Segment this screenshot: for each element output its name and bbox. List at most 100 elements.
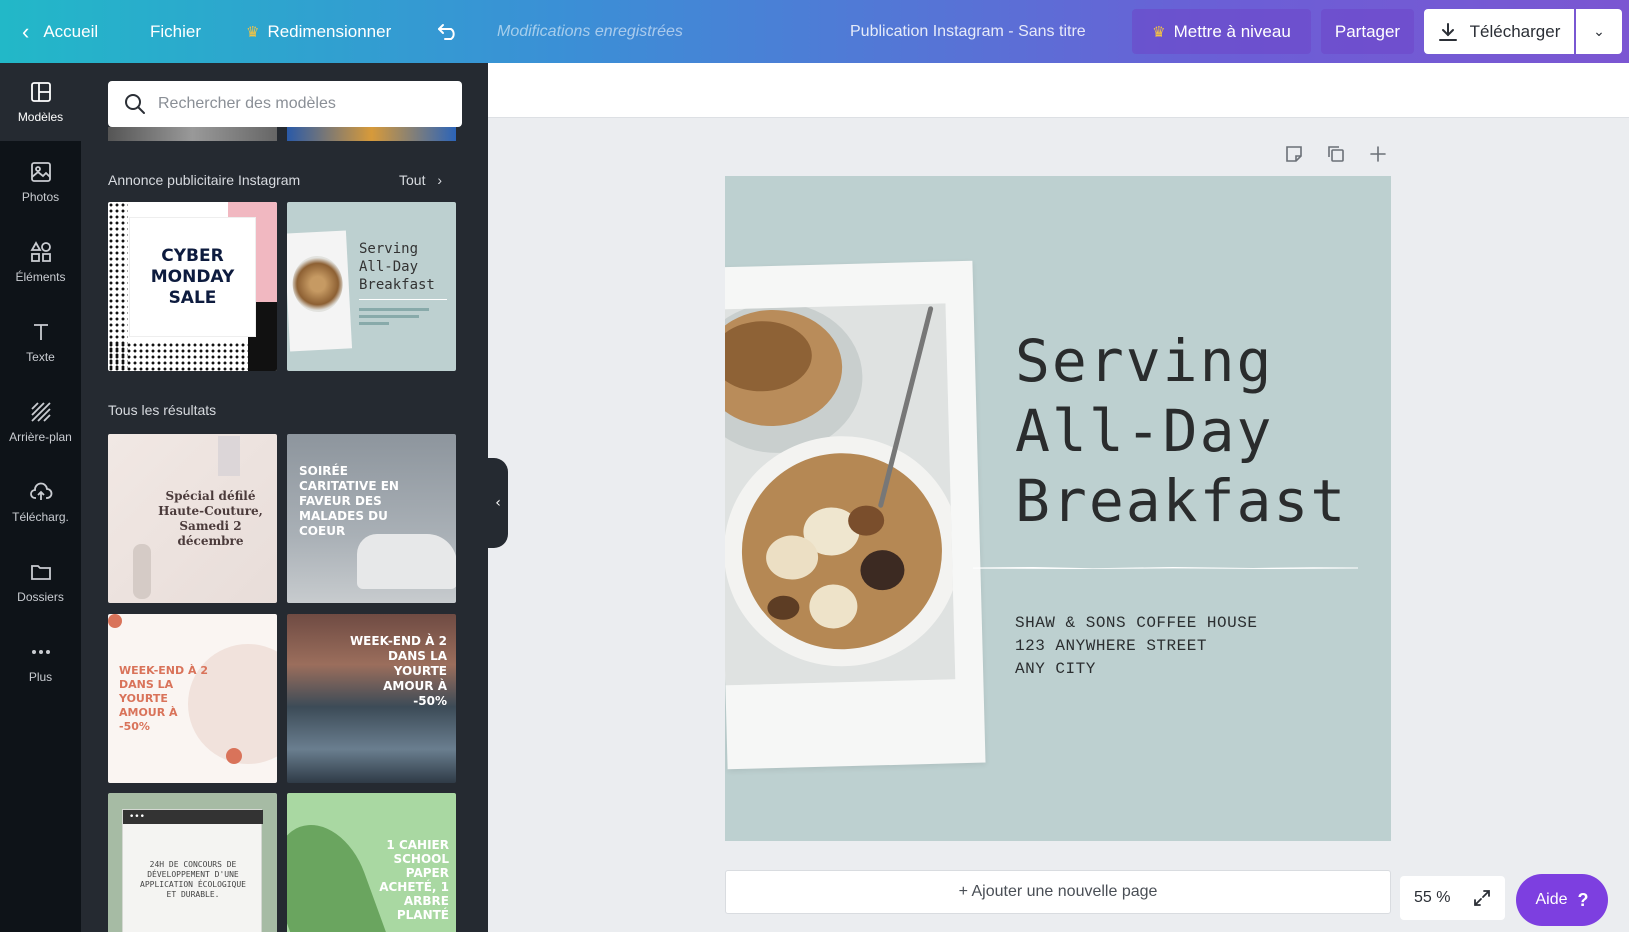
chevron-left-icon: ‹ [22,18,30,44]
fullscreen-icon[interactable] [1473,889,1491,907]
brush-divider[interactable] [973,565,1358,570]
add-page-button[interactable]: + Ajouter une nouvelle page [725,870,1391,914]
canvas-toolbar [488,63,1629,118]
zoom-level[interactable]: 55 % [1414,889,1450,907]
resize-label: Redimensionner [267,21,392,41]
template-thumb-cyber-monday[interactable]: CYBER MONDAY SALE [108,202,277,371]
thumb-text: Serving All-Day Breakfast [359,241,435,293]
help-button[interactable]: Aide ? [1516,874,1608,926]
undo-icon [438,23,455,40]
see-all-link[interactable]: Tout › [399,172,442,188]
template-search[interactable] [108,81,462,127]
zoom-control[interactable]: 55 % [1400,876,1505,920]
rail-item-templates[interactable]: Modèles [0,63,81,141]
help-label: Aide [1535,891,1568,908]
model-figure [218,436,240,476]
more-icon [31,650,50,654]
resize-button[interactable]: ♛ Redimensionner [246,0,391,63]
note-icon[interactable] [1284,144,1304,164]
section-title: Tous les résultats [108,402,217,418]
thumb-text: WEEK-END À 2 DANS LA YOURTE AMOUR À -50% [119,664,208,733]
rail-item-photos[interactable]: Photos [0,143,81,221]
share-button[interactable]: Partager [1321,9,1414,54]
dot-shape [226,748,242,764]
see-all-label: Tout [399,172,426,188]
thumb-text: Spécial défilé Haute-Couture, Samedi 2 d… [158,489,263,548]
question-icon: ? [1577,889,1589,910]
thumb-polaroid [287,230,353,352]
template-thumb-defile[interactable]: Spécial défilé Haute-Couture, Samedi 2 d… [108,434,277,603]
template-thumb-partial[interactable] [287,127,456,141]
upload-icon [29,482,52,500]
address-line: SHAW & SONS COFFEE HOUSE [1015,614,1258,632]
thumb-text: CYBER MONDAY SALE [130,218,255,336]
duplicate-page-icon[interactable] [1326,144,1346,164]
templates-panel: Annonce publicitaire Instagram Tout › CY… [81,63,488,932]
file-menu[interactable]: Fichier [150,0,201,63]
rail-label: Télécharg. [12,510,69,524]
address-line: ANY CITY [1015,660,1096,678]
document-title[interactable]: Publication Instagram - Sans titre [850,0,1086,63]
window-dots: ••• [123,810,263,824]
headline-line: Serving [1015,327,1274,395]
download-options-button[interactable]: ⌄ [1576,9,1622,54]
chevron-down-icon: ⌄ [1593,23,1605,40]
rail-label: Dossiers [17,590,64,604]
template-thumb-weekend-dark[interactable]: WEEK-END À 2 DANS LA YOURTE AMOUR À -50% [287,614,456,783]
thumb-small-text [359,315,419,318]
folders-icon [30,565,51,580]
design-page[interactable]: Serving All-Day Breakfast SHAW & SONS CO… [725,176,1391,841]
section-title: Annonce publicitaire Instagram [108,172,301,188]
template-thumb-cahier[interactable]: 1 CAHIER SCHOOL PAPER ACHETÉ, 1 ARBRE PL… [287,793,456,932]
download-button[interactable]: Télécharger [1424,9,1574,54]
download-icon [1438,22,1457,41]
design-headline[interactable]: Serving All-Day Breakfast [1015,326,1347,536]
polaroid-frame[interactable] [725,260,986,770]
upgrade-button[interactable]: ♛ Mettre à niveau [1132,9,1311,54]
elements-icon [29,241,51,262]
collapse-panel-button[interactable]: ‹ [488,458,508,548]
left-rail: Modèles Photos Éléments Texte Arrière-pl… [0,63,81,932]
rail-item-folders[interactable]: Dossiers [0,543,81,621]
oatmeal-image [725,303,956,686]
upgrade-label: Mettre à niveau [1173,21,1291,41]
design-address[interactable]: SHAW & SONS COFFEE HOUSE 123 ANYWHERE ST… [1015,612,1257,681]
rail-label: Texte [26,350,55,364]
car-shape [357,534,456,589]
rail-item-background[interactable]: Arrière-plan [0,383,81,461]
search-input[interactable] [158,95,438,113]
search-icon [125,94,145,114]
thumb-text: 24H DE CONCOURS DE DÉVELOPPEMENT D'UNE A… [140,860,246,899]
headline-line: All-Day [1015,397,1274,465]
background-icon [30,402,51,422]
thumb-text: 1 CAHIER SCHOOL PAPER ACHETÉ, 1 ARBRE PL… [379,838,449,922]
thumb-window: ••• 24H DE CONCOURS DE DÉVELOPPEMENT D'U… [122,809,263,932]
thumb-bowl [291,254,345,314]
rail-item-text[interactable]: Texte [0,303,81,381]
model-figure [133,544,151,599]
add-page-icon[interactable] [1368,144,1388,164]
template-thumb-weekend-light[interactable]: WEEK-END À 2 DANS LA YOURTE AMOUR À -50% [108,614,277,783]
template-thumb-serving-breakfast[interactable]: Serving All-Day Breakfast [287,202,456,371]
home-button[interactable]: ‹ Accueil [22,0,98,63]
thumb-text: WEEK-END À 2 DANS LA YOURTE AMOUR À -50% [349,634,447,708]
rail-item-elements[interactable]: Éléments [0,223,81,301]
rail-item-more[interactable]: Plus [0,623,81,701]
thumb-text: SOIRÉE CARITATIVE EN FAVEUR DES MALADES … [299,464,399,538]
save-status: Modifications enregistrées [497,22,683,40]
text-icon [33,324,48,340]
template-thumb-concours[interactable]: ••• 24H DE CONCOURS DE DÉVELOPPEMENT D'U… [108,793,277,932]
download-label: Télécharger [1469,21,1561,41]
rail-label: Plus [28,670,53,684]
photos-icon [30,162,51,182]
template-thumb-partial[interactable] [108,127,277,141]
rail-label: Modèles [17,110,64,124]
rail-item-uploads[interactable]: Télécharg. [0,463,81,541]
rail-label: Éléments [15,270,66,284]
top-bar: ‹ Accueil Fichier ♛ Redimensionner Modif… [0,0,1629,63]
template-thumb-soiree[interactable]: SOIRÉE CARITATIVE EN FAVEUR DES MALADES … [287,434,456,603]
undo-button[interactable] [437,0,459,63]
home-label: Accueil [43,21,99,41]
dot-shape [108,614,122,628]
breakfast-photo[interactable] [725,303,956,686]
